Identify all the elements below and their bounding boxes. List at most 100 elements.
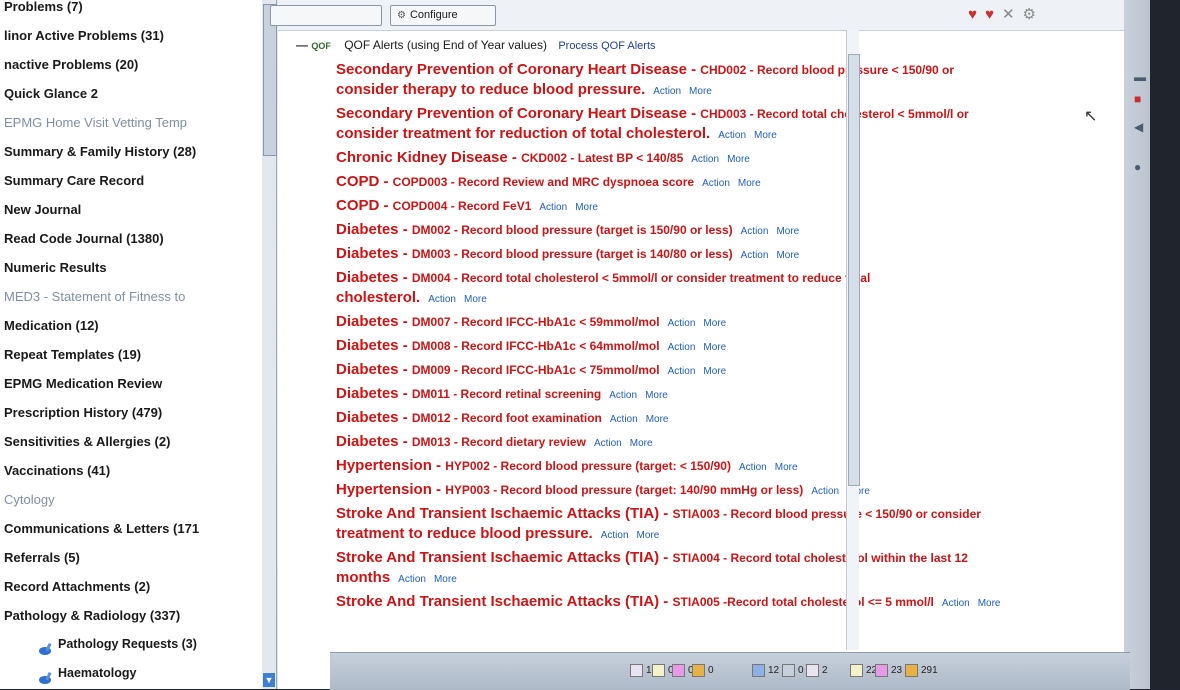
alert-action-link[interactable]: Action [398,574,426,585]
taskbar-item[interactable]: 0 [692,662,714,680]
side-dot-icon[interactable]: ● [1134,160,1141,174]
taskbar-item[interactable]: 22 [850,662,877,680]
heart-icon[interactable]: ♥ [968,6,985,23]
configure-button[interactable]: ⚙ Configure [390,5,496,26]
alert-condition: Secondary Prevention of Coronary Heart D… [336,61,701,78]
alert-more-link[interactable]: More [703,342,726,353]
taskbar-item[interactable]: 12 [752,662,779,680]
alert-action-link[interactable]: Action [610,414,638,425]
alert-more-link[interactable]: More [646,414,669,425]
alert-more-link[interactable]: More [434,574,457,585]
alert-more-link[interactable]: More [645,390,668,401]
nav-item[interactable]: Vaccinations (41) [0,456,262,485]
alert-more-link[interactable]: More [738,178,761,189]
taskbar-item[interactable]: 23 [875,662,902,680]
nav-item[interactable]: Pathology Requests (3) [0,630,262,659]
taskbar-item[interactable]: 0 [782,662,804,680]
alert-action-link[interactable]: Action [741,250,769,261]
nav-item[interactable]: nactive Problems (20) [0,50,262,79]
toolbar-button[interactable] [270,5,382,26]
alert-more-link[interactable]: More [776,250,799,261]
taskbar-item[interactable]: 2 [806,662,828,680]
taskbar-item-icon [782,663,795,677]
nav-item[interactable]: EPMG Medication Review [0,369,262,398]
taskbar-item[interactable]: 0 [672,662,694,680]
nav-item[interactable]: Quick Glance 2 [0,79,262,108]
nav-item-label: Quick Glance 2 [4,86,98,101]
gear-icon[interactable]: ⚙ [1023,6,1044,23]
alert-action-link[interactable]: Action [741,226,769,237]
nav-item[interactable]: Haematology [0,659,262,688]
qof-alert: Diabetes - DM007 - Record IFCC-HbA1c < 5… [336,312,1106,334]
nav-item[interactable]: Cytology [0,485,262,514]
alert-more-link[interactable]: More [637,530,660,541]
minimize-icon[interactable]: ▬ [1134,70,1146,84]
nav-item[interactable]: Read Code Journal (1380) [0,224,262,253]
nav-item[interactable]: Pathology & Radiology (337) [0,601,262,630]
collapse-icon[interactable]: — [296,38,308,52]
nav-item[interactable]: linor Active Problems (31) [0,21,262,50]
alert-detail: HYP002 - Record blood pressure (target: … [445,459,731,473]
alert-action-link[interactable]: Action [668,318,696,329]
nav-item[interactable]: Summary Care Record [0,166,262,195]
nav-item[interactable]: Communications & Letters (171 [0,514,262,543]
alert-action-link[interactable]: Action [594,438,622,449]
alert-action-link[interactable]: Action [539,202,567,213]
side-arrow-icon[interactable]: ◀ [1134,120,1143,134]
alert-more-link[interactable]: More [775,462,798,473]
alerts-scrollbar[interactable] [846,30,860,650]
alert-more-link[interactable]: More [754,130,777,141]
alert-action-link[interactable]: Action [668,366,696,377]
taskbar-item-count: 23 [891,665,903,676]
alert-action-link[interactable]: Action [601,530,629,541]
nav-item[interactable]: EPMG Home Visit Vetting Temp [0,108,262,137]
alert-action-link[interactable]: Action [702,178,730,189]
nav-item[interactable]: Record Attachments (2) [0,572,262,601]
alert-action-link[interactable]: Action [691,154,719,165]
nav-item[interactable]: Sensitivities & Allergies (2) [0,427,262,456]
alert-action-link[interactable]: Action [811,486,839,497]
process-qof-alerts-link[interactable]: Process QOF Alerts [558,40,655,52]
alert-condition: Stroke And Transient Ischaemic Attacks (… [336,593,673,610]
toolbar-icon-group[interactable]: ♥♥✕⚙ [968,5,1044,23]
alert-action-link[interactable]: Action [428,294,456,305]
nav-item[interactable]: Medication (12) [0,311,262,340]
alert-action-link[interactable]: Action [653,86,681,97]
nav-item[interactable]: Referrals (5) [0,543,262,572]
nav-item[interactable]: Summary & Family History (28) [0,137,262,166]
alert-action-link[interactable]: Action [942,598,970,609]
nav-item[interactable]: New Journal [0,195,262,224]
alert-action-link[interactable]: Action [609,390,637,401]
flag-icon[interactable]: ■ [1134,92,1141,106]
alert-more-link[interactable]: More [703,366,726,377]
navigation-scrollbar[interactable]: ▼ [262,0,277,689]
alert-more-link[interactable]: More [727,154,750,165]
alerts-scrollbar-thumb[interactable] [848,54,860,486]
alert-more-link[interactable]: More [575,202,598,213]
alert-more-link[interactable]: More [776,226,799,237]
alert-more-link[interactable]: More [703,318,726,329]
qof-alerts-panel: — QOF QOF Alerts (using End of Year valu… [278,30,1124,689]
nav-item[interactable]: Numeric Results [0,253,262,282]
alert-more-link[interactable]: More [464,294,487,305]
nav-item-label: EPMG Medication Review [4,376,163,391]
taskbar-item[interactable]: 0 [652,662,674,680]
nav-item[interactable]: Repeat Templates (19) [0,340,262,369]
nav-item[interactable]: Prescription History (479) [0,398,262,427]
scroll-down-arrow-icon[interactable]: ▼ [263,673,275,687]
alert-detail: DM008 - Record IFCC-HbA1c < 64mmol/mol [411,339,660,353]
alert-more-link[interactable]: More [689,86,712,97]
taskbar-item[interactable]: 291 [905,662,938,680]
taskbar-item[interactable]: 1 [630,662,652,680]
alert-more-link[interactable]: More [978,598,1001,609]
heart-icon-2[interactable]: ♥ [985,6,1002,23]
scrollbar-thumb[interactable] [263,4,277,156]
alert-more-link[interactable]: More [630,438,653,449]
alert-action-link[interactable]: Action [668,342,696,353]
nav-item[interactable]: Problems (7) [0,0,262,21]
alert-detail: DM011 - Record retinal screening [411,387,602,401]
close-icon[interactable]: ✕ [1002,6,1023,23]
alert-action-link[interactable]: Action [739,462,767,473]
nav-item[interactable]: MED3 - Statement of Fitness to [0,282,262,311]
alert-action-link[interactable]: Action [718,130,746,141]
